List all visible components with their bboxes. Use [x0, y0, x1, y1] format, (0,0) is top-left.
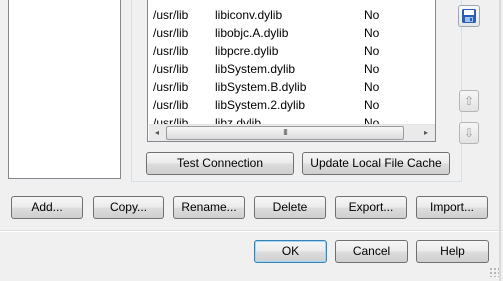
scrollbar-thumb[interactable]: III [166, 126, 404, 140]
move-down-button[interactable]: ⇩ [459, 122, 479, 144]
test-connection-button[interactable]: Test Connection [146, 152, 294, 175]
horizontal-scrollbar[interactable]: ◂ III ▸ [149, 124, 435, 141]
library-flag: No [364, 26, 380, 40]
list-row[interactable]: /usr/lib libpcre.dylib No [148, 42, 435, 60]
profile-list[interactable] [8, 0, 121, 179]
library-name: libiconv.dylib [215, 8, 283, 22]
library-flag: No [364, 62, 380, 76]
list-row[interactable]: /usr/lib libobjc.A.dylib No [148, 24, 435, 42]
move-up-button[interactable]: ⇧ [459, 90, 479, 112]
library-path: /usr/lib [153, 80, 189, 94]
library-flag: No [364, 80, 380, 94]
library-list[interactable]: /usr/lib libiconv.dylib No /usr/lib libo… [147, 0, 436, 142]
list-row[interactable]: /usr/lib libSystem.B.dylib No [148, 78, 435, 96]
library-path: /usr/lib [153, 8, 189, 22]
copy-button[interactable]: Copy... [93, 196, 164, 219]
scroll-right-icon[interactable]: ▸ [418, 125, 434, 141]
library-name: libSystem.2.dylib [215, 98, 306, 112]
library-path: /usr/lib [153, 98, 189, 112]
resize-grip[interactable] [489, 267, 499, 277]
library-name: libSystem.B.dylib [215, 80, 307, 94]
delete-button[interactable]: Delete [254, 196, 326, 219]
export-button[interactable]: Export... [335, 196, 407, 219]
library-name: libpcre.dylib [215, 44, 279, 58]
list-row[interactable]: /usr/lib libSystem.2.dylib No [148, 96, 435, 114]
scroll-left-icon[interactable]: ◂ [149, 125, 165, 141]
ok-button[interactable]: OK [254, 240, 327, 263]
library-name: libSystem.dylib [215, 62, 296, 76]
window-edge [499, 0, 501, 281]
library-path: /usr/lib [153, 62, 189, 76]
library-flag: No [364, 98, 380, 112]
list-row[interactable]: /usr/lib libiconv.dylib No [148, 6, 435, 24]
disk-icon [462, 9, 476, 23]
cancel-button[interactable]: Cancel [335, 240, 408, 263]
library-rows: /usr/lib libiconv.dylib No /usr/lib libo… [148, 6, 435, 132]
library-path: /usr/lib [153, 26, 189, 40]
library-path: /usr/lib [153, 44, 189, 58]
import-button[interactable]: Import... [416, 196, 488, 219]
library-flag: No [364, 8, 380, 22]
update-local-file-cache-button[interactable]: Update Local File Cache [302, 152, 450, 175]
save-button[interactable] [458, 5, 480, 27]
arrow-up-icon: ⇧ [463, 94, 475, 108]
library-name: libobjc.A.dylib [215, 26, 289, 40]
add-button[interactable]: Add... [11, 196, 83, 219]
arrow-down-icon: ⇩ [463, 126, 475, 140]
help-button[interactable]: Help [416, 240, 489, 263]
rename-button[interactable]: Rename... [173, 196, 245, 219]
library-flag: No [364, 44, 380, 58]
list-row[interactable]: /usr/lib libSystem.dylib No [148, 60, 435, 78]
separator [0, 230, 503, 232]
